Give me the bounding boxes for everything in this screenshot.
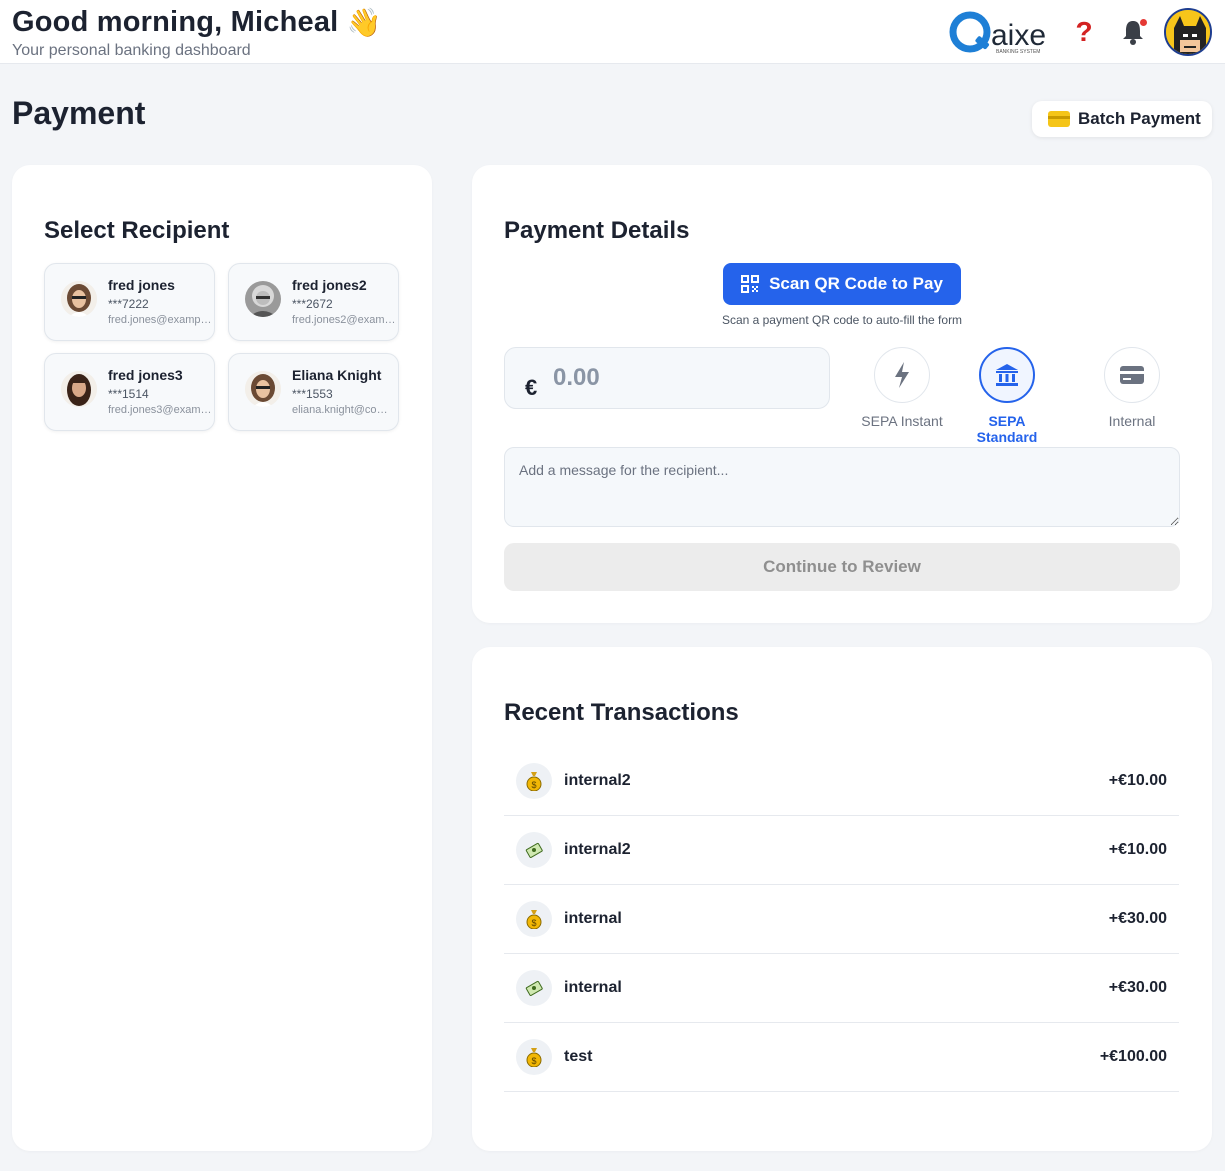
batch-payment-button[interactable]: Batch Payment bbox=[1032, 101, 1212, 137]
svg-text:$: $ bbox=[531, 1056, 536, 1066]
waving-hand-icon: 👋 bbox=[346, 7, 382, 38]
recipient-avatar bbox=[245, 371, 281, 407]
transaction-amount: +€30.00 bbox=[1108, 979, 1167, 996]
brand-logo[interactable]: Q aixe BANKING SYSTEM bbox=[948, 8, 1060, 56]
dashboard-subtitle: Your personal banking dashboard bbox=[12, 42, 251, 59]
scan-qr-hint: Scan a payment QR code to auto-fill the … bbox=[721, 313, 963, 327]
method-sepa-instant[interactable]: SEPA Instant bbox=[852, 347, 952, 429]
batch-payment-label: Batch Payment bbox=[1078, 109, 1201, 128]
money-bag-icon: $ bbox=[516, 901, 552, 937]
payment-details-title: Payment Details bbox=[504, 217, 690, 244]
recipient-avatar bbox=[61, 281, 97, 317]
amount-field[interactable]: € bbox=[504, 347, 830, 409]
recipient-email: eliana.knight@company.com bbox=[292, 404, 396, 416]
method-label: SEPA Instant bbox=[861, 413, 943, 429]
lightning-icon bbox=[874, 347, 930, 403]
recipient-card[interactable]: Eliana Knight ***1553 eliana.knight@comp… bbox=[228, 353, 399, 431]
transaction-amount: +€100.00 bbox=[1099, 1048, 1167, 1065]
continue-to-review-button[interactable]: Continue to Review bbox=[504, 543, 1180, 591]
recipient-name: fred jones bbox=[108, 277, 175, 293]
svg-text:$: $ bbox=[531, 918, 536, 928]
recipient-avatar bbox=[61, 371, 97, 407]
greeting: Good morning, Micheal 👋 bbox=[12, 6, 382, 39]
recipient-card[interactable]: fred jones2 ***2672 fred.jones2@example.… bbox=[228, 263, 399, 341]
transactions-title: Recent Transactions bbox=[504, 699, 739, 726]
transaction-name: test bbox=[564, 1048, 593, 1065]
money-bag-icon: $ bbox=[516, 763, 552, 799]
help-icon[interactable]: ? bbox=[1071, 16, 1097, 48]
user-avatar[interactable] bbox=[1164, 8, 1212, 56]
transaction-row[interactable]: $ internal +€30.00 bbox=[504, 885, 1179, 954]
transaction-amount: +€10.00 bbox=[1108, 841, 1167, 858]
recipient-email: fred.jones2@example.com bbox=[292, 314, 396, 326]
brand-tagline: BANKING SYSTEM bbox=[996, 49, 1040, 55]
currency-symbol: € bbox=[525, 375, 538, 400]
top-bar: Good morning, Micheal 👋 Your personal ba… bbox=[0, 0, 1225, 64]
recipient-name: fred jones2 bbox=[292, 277, 367, 293]
card-icon bbox=[1104, 347, 1160, 403]
recipient-account: ***1553 bbox=[292, 387, 333, 401]
recipient-card[interactable]: fred jones3 ***1514 fred.jones3@example.… bbox=[44, 353, 215, 431]
transaction-amount: +€10.00 bbox=[1108, 772, 1167, 789]
transaction-row[interactable]: $ test +€100.00 bbox=[504, 1023, 1179, 1092]
scan-qr-label: Scan QR Code to Pay bbox=[769, 274, 943, 293]
qr-code-icon bbox=[741, 275, 760, 293]
recipient-account: ***7222 bbox=[108, 297, 149, 311]
svg-text:$: $ bbox=[531, 780, 536, 790]
method-internal[interactable]: Internal bbox=[1082, 347, 1182, 429]
credit-card-icon bbox=[1048, 111, 1070, 127]
money-transfer-icon bbox=[516, 832, 552, 868]
brand-name: aixe bbox=[991, 19, 1046, 52]
money-transfer-icon bbox=[516, 970, 552, 1006]
recipient-account: ***1514 bbox=[108, 387, 149, 401]
page-title: Payment bbox=[12, 95, 146, 131]
transaction-row[interactable]: internal +€30.00 bbox=[504, 954, 1179, 1023]
recipient-name: Eliana Knight bbox=[292, 367, 382, 383]
scan-qr-button[interactable]: Scan QR Code to Pay bbox=[723, 263, 961, 305]
recipient-panel-title: Select Recipient bbox=[44, 217, 230, 244]
message-input[interactable] bbox=[504, 447, 1180, 527]
transaction-name: internal bbox=[564, 910, 622, 927]
transaction-row[interactable]: $ internal2 +€10.00 bbox=[504, 747, 1179, 816]
method-label: SEPA Standard bbox=[976, 413, 1038, 445]
recipient-avatar bbox=[245, 281, 281, 317]
transaction-name: internal2 bbox=[564, 841, 631, 858]
amount-input[interactable] bbox=[553, 362, 813, 394]
transaction-name: internal bbox=[564, 979, 622, 996]
notification-dot bbox=[1140, 19, 1147, 26]
bank-icon bbox=[979, 347, 1035, 403]
method-label: Internal bbox=[1108, 413, 1156, 429]
transaction-name: internal2 bbox=[564, 772, 631, 789]
recipient-panel: Select Recipient fred jones ***7222 fred… bbox=[12, 165, 432, 1151]
transaction-row[interactable]: internal2 +€10.00 bbox=[504, 816, 1179, 885]
recipient-name: fred jones3 bbox=[108, 367, 183, 383]
money-bag-icon: $ bbox=[516, 1039, 552, 1075]
method-sepa-standard[interactable]: SEPA Standard bbox=[957, 347, 1057, 445]
recipient-email: fred.jones3@example.com bbox=[108, 404, 212, 416]
recipient-account: ***2672 bbox=[292, 297, 333, 311]
greeting-text: Good morning, Micheal bbox=[12, 6, 339, 38]
recipient-card[interactable]: fred jones ***7222 fred.jones@example.co… bbox=[44, 263, 215, 341]
recipient-email: fred.jones@example.com bbox=[108, 314, 212, 326]
transaction-amount: +€30.00 bbox=[1108, 910, 1167, 927]
